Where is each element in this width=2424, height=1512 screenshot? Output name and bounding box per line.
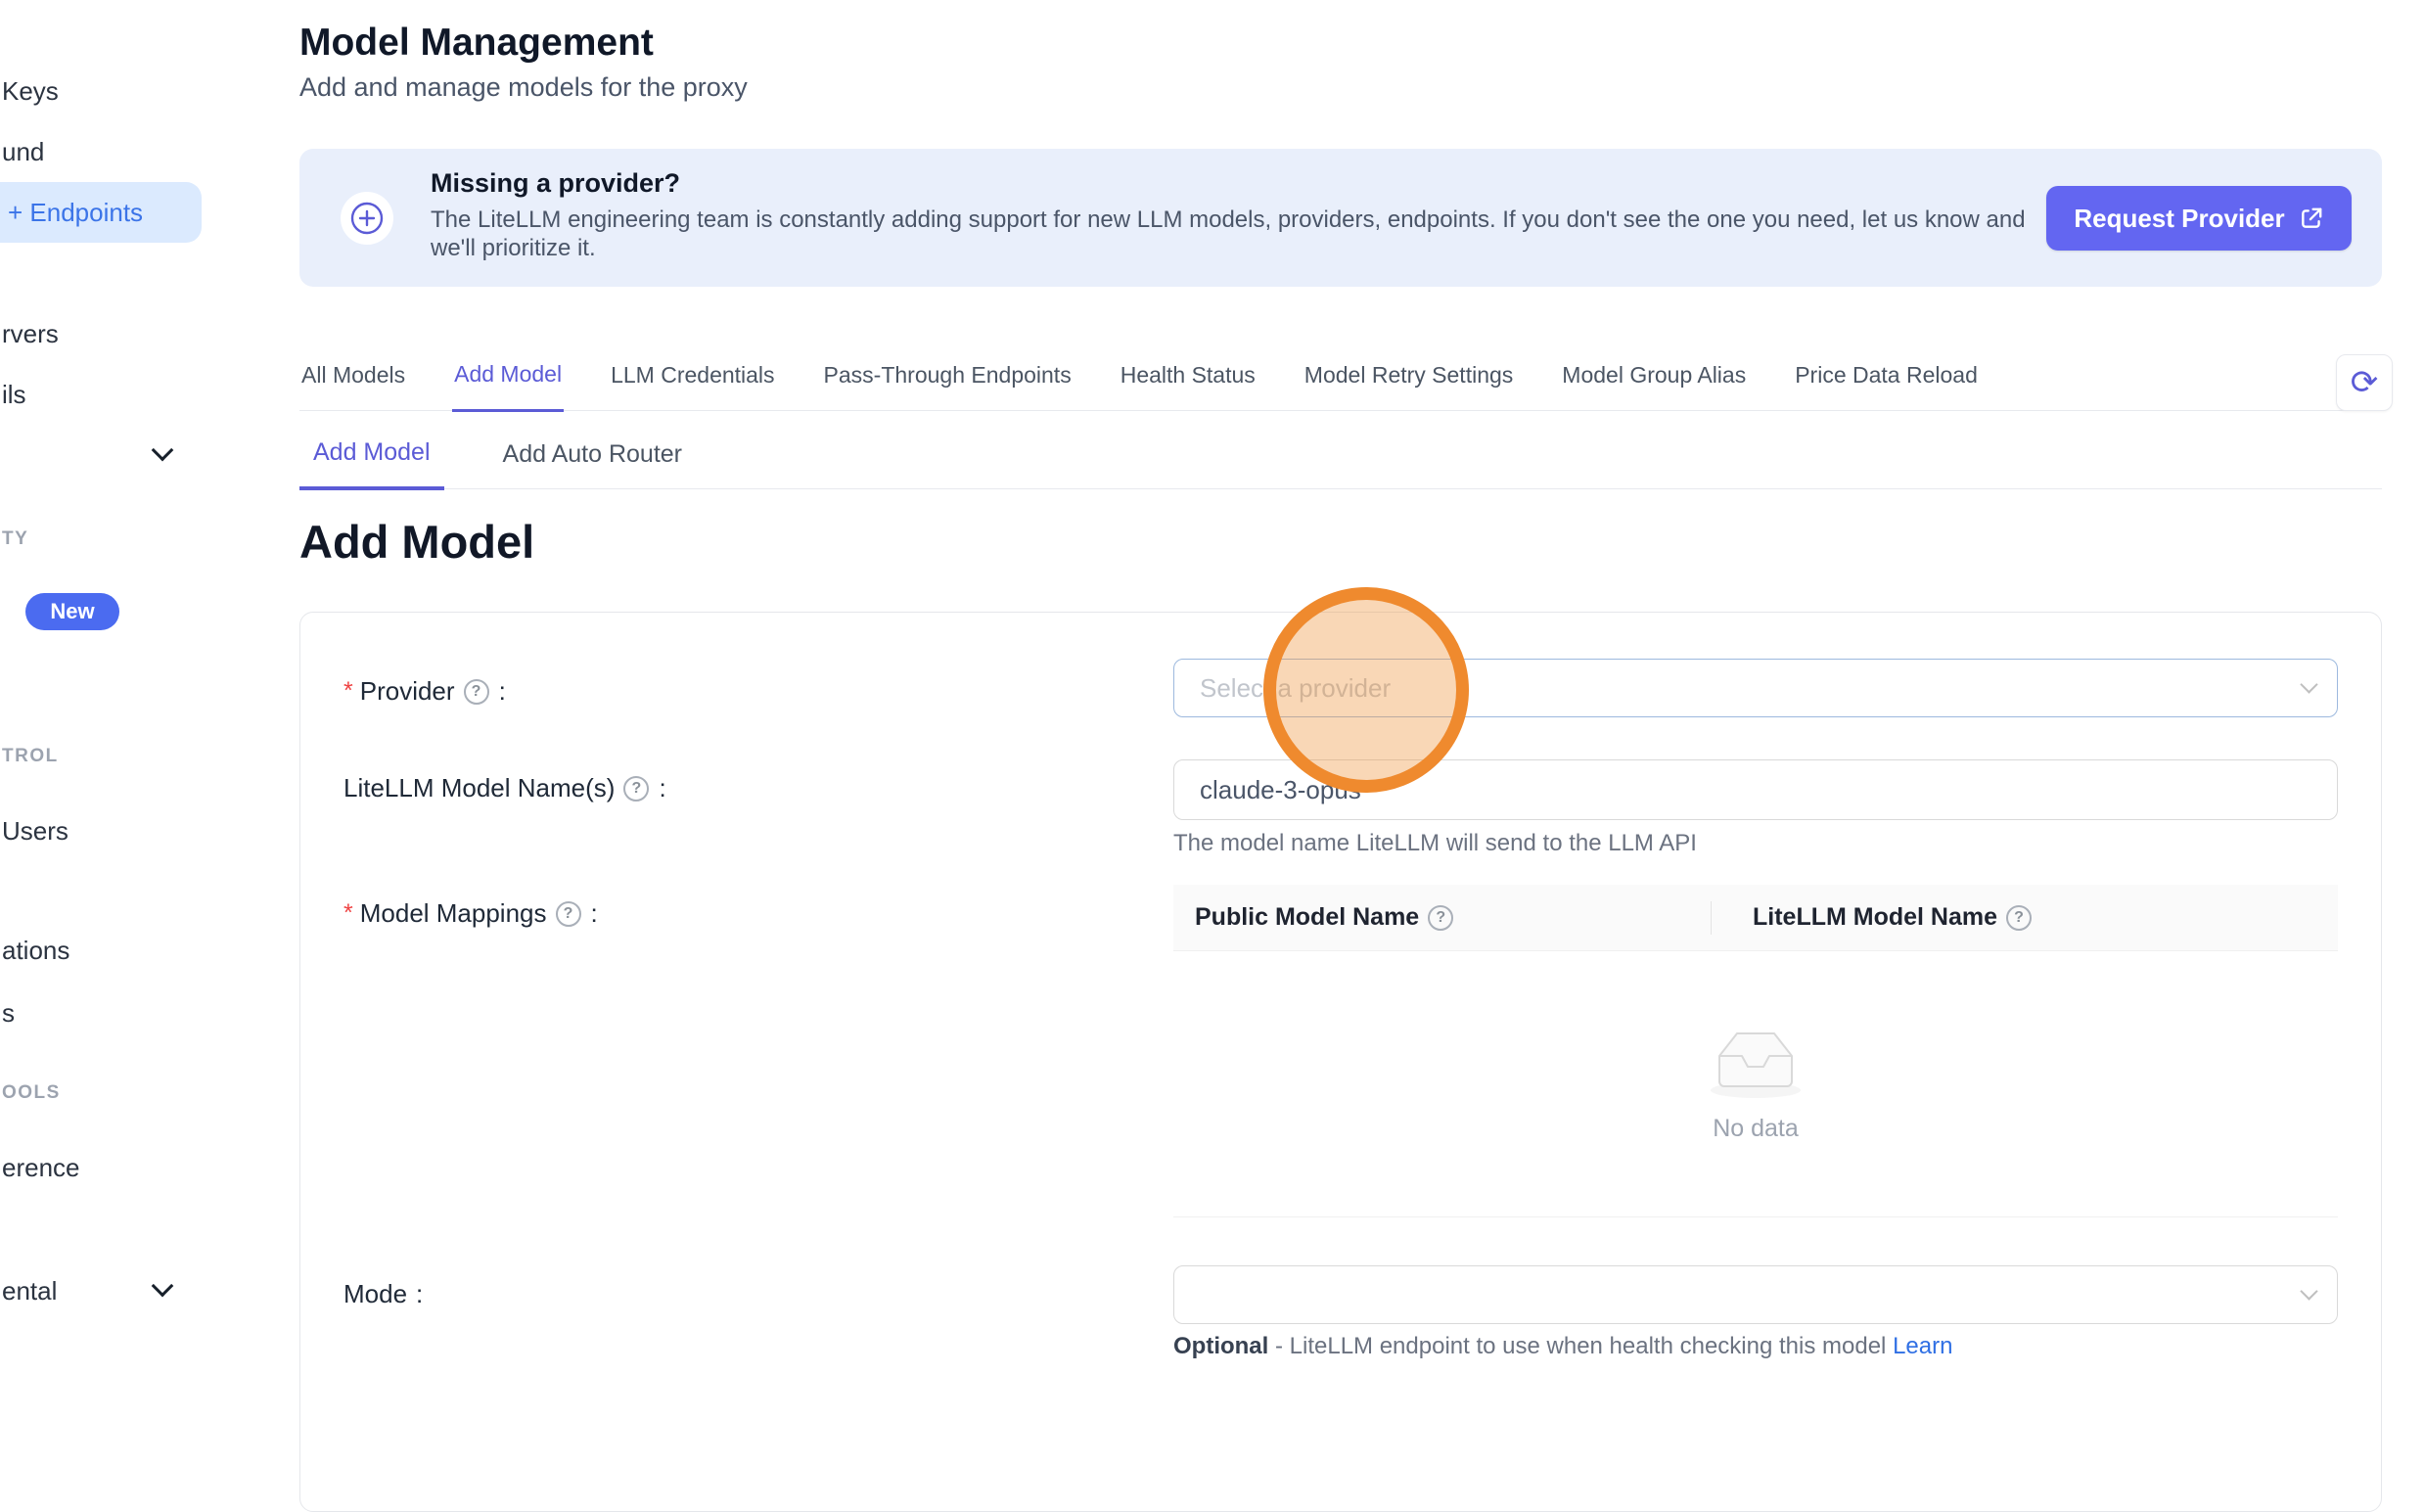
model-tabs: All Models Add Model LLM Credentials Pas… [299,352,2382,411]
mode-label: Mode : [343,1279,423,1309]
request-provider-button[interactable]: Request Provider [2046,186,2352,251]
help-icon[interactable]: ? [623,776,649,802]
tab-health-status[interactable]: Health Status [1119,362,1258,410]
refresh-icon: ⟳ [2351,366,2379,399]
banner-body-line2: we'll prioritize it. [431,234,2026,262]
refresh-button[interactable]: ⟳ [2336,354,2393,411]
external-link-icon [2299,206,2324,231]
help-icon[interactable]: ? [464,679,489,705]
sidebar-item-experimental[interactable]: ental [2,1276,57,1306]
model-mappings-label-text: Model Mappings [360,898,547,929]
column-header-public-model-name: Public Model Name ? [1195,903,1712,932]
tab-model-group-alias[interactable]: Model Group Alias [1560,362,1748,410]
add-model-subtabs: Add Model Add Auto Router [299,429,2382,489]
required-mark: * [343,899,353,928]
model-mappings-table: Public Model Name ? LiteLLM Model Name ?… [1173,885,2338,1217]
table-header-row: Public Model Name ? LiteLLM Model Name ? [1173,885,2338,951]
empty-inbox-icon [1707,1025,1805,1101]
plus-circle-icon [341,192,393,245]
label-colon: : [499,676,506,707]
sidebar-item-inference[interactable]: erence [2,1153,80,1183]
column-divider [1711,901,1712,935]
model-name-helper: The model name LiteLLM will send to the … [1173,830,1697,857]
sidebar-item-label: + Endpoints [8,198,143,228]
request-provider-label: Request Provider [2074,204,2284,234]
no-data-text: No data [1713,1115,1799,1143]
model-mappings-label: * Model Mappings ? : [343,898,598,929]
add-model-form-card: * Provider ? : Select a provider LiteLLM… [299,612,2382,1512]
table-empty-state: No data [1173,951,2338,1217]
mode-select[interactable] [1173,1265,2338,1324]
label-colon: : [659,773,665,803]
subtab-add-auto-router[interactable]: Add Auto Router [489,440,696,488]
sidebar-item-keys[interactable]: Keys [2,76,59,107]
add-model-heading: Add Model [299,515,534,569]
chevron-down-icon [2300,1282,2317,1300]
tab-all-models[interactable]: All Models [299,362,407,410]
chevron-down-icon [2300,675,2317,693]
sidebar-item-playground[interactable]: und [2,137,44,167]
sidebar-item-servers[interactable]: rvers [2,319,59,349]
provider-select-placeholder: Select a provider [1200,673,1391,704]
banner-body-line1: The LiteLLM engineering team is constant… [431,206,2026,234]
subtab-add-model[interactable]: Add Model [299,438,444,490]
provider-label-text: Provider [360,676,455,707]
sidebar-item-organizations[interactable]: ations [2,936,69,966]
page-subtitle: Add and manage models for the proxy [299,72,748,103]
tab-add-model[interactable]: Add Model [452,361,564,412]
help-icon[interactable]: ? [1428,905,1453,931]
chevron-down-icon[interactable] [152,1275,174,1298]
column-header-litellm-model-name: LiteLLM Model Name ? [1753,903,2039,932]
help-icon[interactable]: ? [2006,905,2032,931]
model-name-input[interactable] [1173,759,2338,820]
banner-body: The LiteLLM engineering team is constant… [431,206,2026,262]
new-badge[interactable]: New [25,593,119,630]
label-colon: : [591,898,598,929]
sidebar-item-users[interactable]: Users [2,816,69,847]
chevron-down-icon[interactable] [152,439,174,462]
mode-label-text: Mode [343,1279,407,1309]
required-mark: * [343,677,353,706]
sidebar-section-header: TROL [2,746,59,767]
page-title: Model Management [299,22,654,65]
tab-model-retry-settings[interactable]: Model Retry Settings [1303,362,1515,410]
provider-select[interactable]: Select a provider [1173,659,2338,717]
missing-provider-banner: Missing a provider? The LiteLLM engineer… [299,149,2382,287]
sidebar-item-models-endpoints[interactable]: + Endpoints [0,182,202,243]
sidebar-section-header: OOLS [2,1082,61,1104]
help-icon[interactable]: ? [556,901,581,927]
model-name-label-text: LiteLLM Model Name(s) [343,773,615,803]
column-header-label: LiteLLM Model Name [1753,903,1997,932]
provider-label: * Provider ? : [343,676,506,707]
label-colon: : [416,1279,423,1309]
tab-price-data-reload[interactable]: Price Data Reload [1793,362,1980,410]
mode-helper: Optional - LiteLLM endpoint to use when … [1173,1333,1952,1360]
tab-llm-credentials[interactable]: LLM Credentials [609,362,776,410]
sidebar-item-guardrails[interactable]: ils [2,380,26,410]
tab-pass-through-endpoints[interactable]: Pass-Through Endpoints [822,362,1074,410]
column-header-label: Public Model Name [1195,903,1419,932]
sidebar-item-teams[interactable]: s [2,998,15,1029]
model-name-label: LiteLLM Model Name(s) ? : [343,773,666,803]
sidebar-section-header: TY [2,528,28,550]
banner-title: Missing a provider? [431,168,680,199]
sidebar: Keys und + Endpoints rvers ils TY New TR… [0,0,227,1355]
